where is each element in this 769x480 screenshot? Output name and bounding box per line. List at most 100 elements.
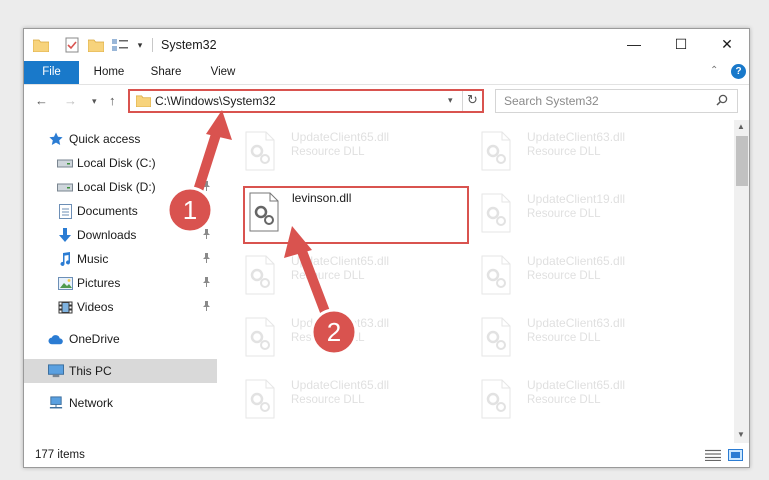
refresh-icon[interactable]: ↻ xyxy=(467,92,478,108)
recent-locations-button[interactable]: ▾ xyxy=(92,96,97,107)
file-type: Resource DLL xyxy=(527,208,601,220)
file-name: UpdateClient65.dll xyxy=(527,254,626,268)
video-icon xyxy=(57,299,73,315)
sidebar-item-network[interactable]: Network xyxy=(24,391,217,415)
pin-icon xyxy=(202,301,211,313)
file-item[interactable]: UpdateClient65.dll Resource DLL xyxy=(471,369,707,425)
download-icon xyxy=(57,227,73,243)
ribbon-tabs: File Home Share View ⌃ ? xyxy=(24,61,749,85)
dll-file-icon xyxy=(244,379,276,419)
sidebar-item-quick-access[interactable]: Quick access xyxy=(24,127,217,151)
file-name: UpdateClient63.dll xyxy=(291,316,390,330)
tab-home[interactable]: Home xyxy=(84,61,134,84)
title-separator xyxy=(152,38,153,52)
item-count: 177 items xyxy=(35,449,85,461)
vertical-scrollbar[interactable]: ▲ ▼ xyxy=(734,120,749,443)
forward-button[interactable]: → xyxy=(64,93,77,108)
file-name: UpdateClient63.dll xyxy=(527,316,626,330)
file-item[interactable]: UpdateClient63.dll Resource DLL xyxy=(471,307,707,363)
scroll-up-icon[interactable]: ▲ xyxy=(737,122,745,131)
file-type: Resource DLL xyxy=(527,146,601,158)
view-options-icon[interactable] xyxy=(110,37,130,53)
pin-icon xyxy=(202,229,211,241)
file-name: levinson.dll xyxy=(292,191,352,205)
large-icons-view-icon[interactable] xyxy=(728,449,743,464)
file-item[interactable]: UpdateClient65.dll Resource DLL xyxy=(235,245,471,301)
maximize-button[interactable]: ☐ xyxy=(658,29,704,59)
search-box[interactable]: Search System32 xyxy=(495,89,738,113)
sidebar-item-music[interactable]: Music xyxy=(24,247,217,271)
sidebar-item-label: Network xyxy=(69,396,114,410)
sidebar-item-this-pc[interactable]: This PC xyxy=(24,359,217,383)
file-type: Resource DLL xyxy=(527,332,601,344)
folder-icon xyxy=(135,94,152,110)
address-bar[interactable]: C:\Windows\System32 ▾ ↻ xyxy=(128,89,484,113)
back-button[interactable]: ← xyxy=(35,93,48,108)
minimize-button[interactable]: — xyxy=(611,29,657,59)
file-item[interactable]: UpdateClient65.dll Resource DLL xyxy=(235,121,471,177)
dll-file-icon xyxy=(480,379,512,419)
folder-icon[interactable] xyxy=(33,37,49,53)
tab-share[interactable]: Share xyxy=(141,61,191,84)
sidebar-item-label: Local Disk (C:) xyxy=(77,156,156,170)
address-history-icon[interactable]: ▾ xyxy=(448,95,453,106)
sidebar-item-pictures[interactable]: Pictures xyxy=(24,271,217,295)
up-button[interactable]: ↑ xyxy=(109,93,116,108)
collapse-ribbon-icon[interactable]: ⌃ xyxy=(710,65,718,76)
tab-view[interactable]: View xyxy=(200,61,246,84)
navigation-pane: Quick access Local Disk (C:) Local Disk … xyxy=(24,122,217,442)
file-type: Resource DLL xyxy=(291,146,365,158)
sidebar-item-label: Documents xyxy=(77,204,138,218)
file-type: Resource DLL xyxy=(527,394,601,406)
title-bar: ▾ System32 — ☐ ✕ xyxy=(24,29,749,61)
pin-icon xyxy=(202,253,211,265)
file-name: UpdateClient65.dll xyxy=(291,130,390,144)
pin-icon xyxy=(202,205,211,217)
customize-toolbar-icon[interactable]: ▾ xyxy=(135,37,145,53)
address-path[interactable]: C:\Windows\System32 xyxy=(155,94,276,108)
dll-file-icon xyxy=(248,192,280,232)
sidebar-item-label: Downloads xyxy=(77,228,137,242)
sidebar-item-local-disk-c[interactable]: Local Disk (C:) xyxy=(24,151,217,175)
navigation-bar: ← → ▾ ↑ C:\Windows\System32 ▾ ↻ Search S… xyxy=(24,85,749,117)
sidebar-item-label: Videos xyxy=(77,300,114,314)
dll-file-icon xyxy=(244,255,276,295)
network-icon xyxy=(48,395,64,411)
scroll-thumb[interactable] xyxy=(736,136,748,186)
status-bar: 177 items xyxy=(24,444,749,467)
search-input[interactable]: Search System32 xyxy=(504,94,599,108)
sidebar-item-local-disk-d[interactable]: Local Disk (D:) xyxy=(24,175,217,199)
sidebar-item-label: Quick access xyxy=(69,132,141,146)
music-icon xyxy=(57,251,73,267)
sidebar-item-videos[interactable]: Videos xyxy=(24,295,217,319)
documents-icon xyxy=(57,203,73,219)
help-icon[interactable]: ? xyxy=(731,64,746,79)
new-folder-icon[interactable] xyxy=(88,37,104,53)
sidebar-item-documents[interactable]: Documents xyxy=(24,199,217,223)
file-type: Resource DLL xyxy=(291,332,365,344)
dll-file-icon xyxy=(480,255,512,295)
dll-file-icon xyxy=(244,131,276,171)
sidebar-item-downloads[interactable]: Downloads xyxy=(24,223,217,247)
scroll-down-icon[interactable]: ▼ xyxy=(737,430,745,439)
file-item[interactable]: UpdateClient65.dll Resource DLL xyxy=(471,245,707,301)
file-item[interactable]: UpdateClient63.dll Resource DLL xyxy=(471,121,707,177)
file-item[interactable]: UpdateClient19.dll Resource DLL xyxy=(471,183,707,239)
file-name: UpdateClient63.dll xyxy=(527,130,626,144)
sidebar-item-label: Local Disk (D:) xyxy=(77,180,156,194)
tab-file[interactable]: File xyxy=(24,61,79,84)
close-button[interactable]: ✕ xyxy=(704,29,749,59)
properties-icon[interactable] xyxy=(64,37,80,53)
file-name: UpdateClient65.dll xyxy=(291,378,390,392)
dll-file-icon xyxy=(480,193,512,233)
dll-file-icon xyxy=(480,131,512,171)
file-item-levinson-dll[interactable]: levinson.dll xyxy=(243,186,469,244)
file-item[interactable]: UpdateClient65.dll Resource DLL xyxy=(235,369,471,425)
file-item[interactable]: UpdateClient63.dll Resource DLL xyxy=(235,307,471,363)
file-type: Resource DLL xyxy=(291,270,365,282)
drive-icon xyxy=(57,155,73,171)
sidebar-item-onedrive[interactable]: OneDrive xyxy=(24,327,217,351)
details-view-icon[interactable] xyxy=(705,449,721,464)
dll-file-icon xyxy=(480,317,512,357)
search-icon[interactable] xyxy=(716,94,728,109)
